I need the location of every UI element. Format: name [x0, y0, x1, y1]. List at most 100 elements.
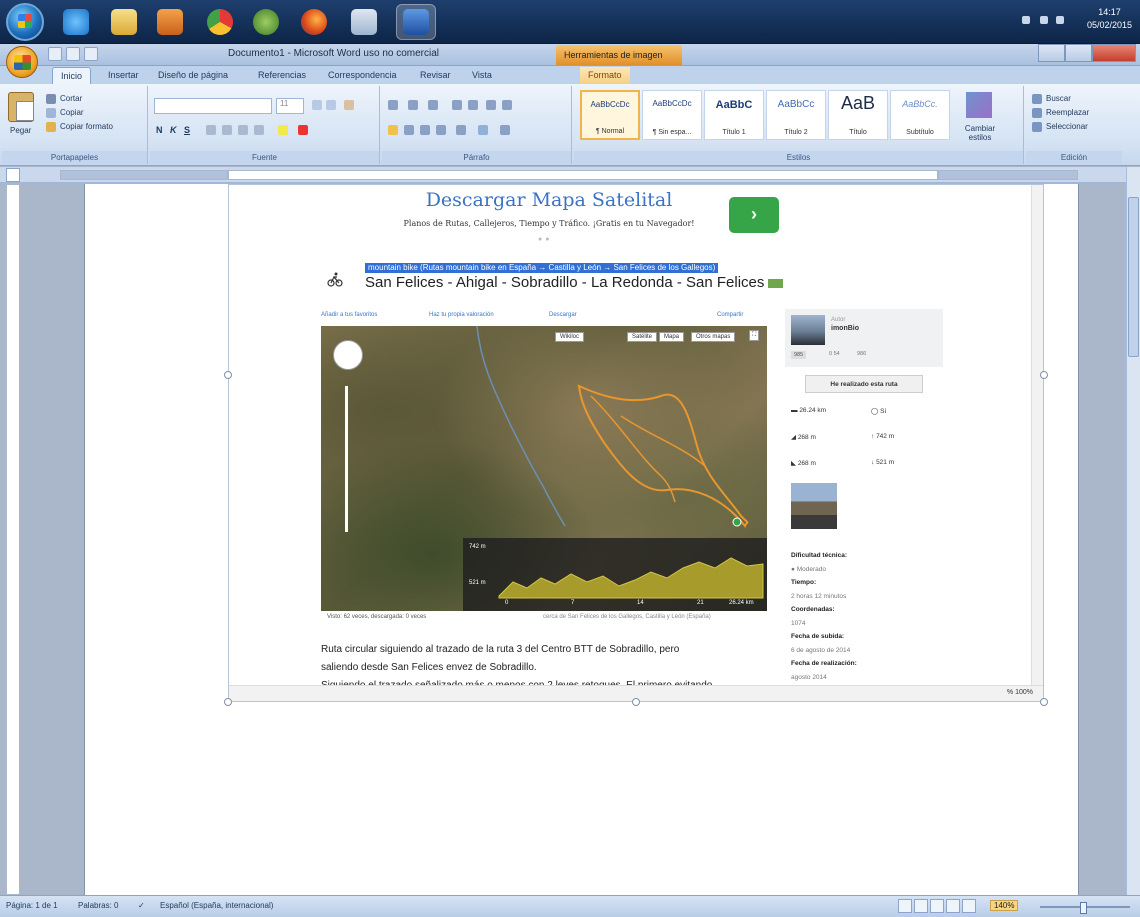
decrease-indent-icon[interactable]: [452, 100, 462, 110]
spotify-icon[interactable]: [246, 4, 286, 40]
zoom-level[interactable]: 140%: [990, 900, 1019, 911]
select-icon[interactable]: [1032, 122, 1042, 132]
vertical-scrollbar[interactable]: [1126, 167, 1140, 895]
embedded-picture[interactable]: Descargar Mapa Satelital Planos de Rutas…: [228, 184, 1044, 702]
clear-format-icon[interactable]: [344, 100, 354, 110]
volume-icon[interactable]: [1056, 16, 1064, 24]
align-left-icon[interactable]: [388, 125, 398, 135]
tab-insertar[interactable]: Insertar: [100, 67, 147, 84]
resize-handle-left[interactable]: [224, 371, 232, 379]
strikethrough-icon[interactable]: [206, 125, 216, 135]
highlight-icon[interactable]: [278, 125, 288, 135]
shading-icon[interactable]: [478, 125, 488, 135]
replace-button[interactable]: Reemplazar: [1046, 108, 1089, 117]
minimize-button[interactable]: [1038, 44, 1065, 62]
save-icon[interactable]: [48, 47, 62, 61]
sort-icon[interactable]: [486, 100, 496, 110]
page-count[interactable]: Página: 1 de 1: [6, 901, 58, 910]
word-taskbar-icon[interactable]: [396, 4, 436, 40]
internet-explorer-icon[interactable]: [56, 4, 96, 40]
tab-formato[interactable]: Formato: [580, 67, 630, 84]
style-no-spacing[interactable]: AaBbCcDc ¶ Sin espa...: [642, 90, 702, 140]
redo-icon[interactable]: [84, 47, 98, 61]
tab-referencias[interactable]: Referencias: [250, 67, 314, 84]
folder-icon[interactable]: [104, 4, 144, 40]
grow-font-icon[interactable]: [312, 100, 322, 110]
change-styles-button[interactable]: Cambiar estilos: [958, 124, 1002, 142]
tab-diseno-pagina[interactable]: Diseño de página: [150, 67, 236, 84]
find-button[interactable]: Buscar: [1046, 94, 1071, 103]
shrink-font-icon[interactable]: [326, 100, 336, 110]
format-painter-button[interactable]: Copiar formato: [60, 122, 113, 131]
maximize-button[interactable]: [1065, 44, 1092, 62]
align-center-icon[interactable]: [404, 125, 414, 135]
borders-icon[interactable]: [500, 125, 510, 135]
resize-handle-bottom-left[interactable]: [224, 698, 232, 706]
superscript-icon[interactable]: [238, 125, 248, 135]
italic-button[interactable]: K: [170, 122, 177, 138]
firefox-icon[interactable]: [294, 4, 334, 40]
justify-icon[interactable]: [436, 125, 446, 135]
paste-icon[interactable]: [8, 92, 34, 122]
arrow-icon[interactable]: [1022, 16, 1030, 24]
copy-icon[interactable]: [46, 108, 56, 118]
font-color-icon[interactable]: [298, 125, 308, 135]
copy-button[interactable]: Copiar: [60, 108, 84, 117]
scroll-thumb[interactable]: [1128, 197, 1139, 357]
ruler-toggle-button[interactable]: [6, 168, 20, 182]
resize-handle-bottom[interactable]: [632, 698, 640, 706]
vertical-ruler[interactable]: [6, 184, 20, 895]
increase-indent-icon[interactable]: [468, 100, 478, 110]
web-layout-icon[interactable]: [930, 899, 944, 913]
pilcrow-icon[interactable]: [502, 100, 512, 110]
style-subtitle[interactable]: AaBbCc. Subtítulo: [890, 90, 950, 140]
style-heading-2[interactable]: AaBbCc Título 2: [766, 90, 826, 140]
tab-inicio[interactable]: Inicio: [52, 67, 92, 84]
resize-handle-right[interactable]: [1040, 371, 1048, 379]
change-styles-icon[interactable]: [966, 92, 992, 118]
select-button[interactable]: Seleccionar: [1046, 122, 1088, 131]
scissors-icon[interactable]: [46, 94, 56, 104]
paste-label[interactable]: Pegar: [10, 126, 31, 135]
explorer-icon[interactable]: [344, 4, 384, 40]
subscript-icon[interactable]: [222, 125, 232, 135]
word-count[interactable]: Palabras: 0: [78, 901, 118, 910]
close-button[interactable]: [1092, 44, 1136, 62]
style-normal[interactable]: AaBbCcDc ¶ Normal: [580, 90, 640, 140]
format-painter-icon[interactable]: [46, 122, 56, 132]
style-title[interactable]: AaB Título: [828, 90, 888, 140]
change-case-icon[interactable]: [254, 125, 264, 135]
line-spacing-icon[interactable]: [456, 125, 466, 135]
tab-vista[interactable]: Vista: [464, 67, 500, 84]
chrome-icon[interactable]: [200, 4, 240, 40]
align-right-icon[interactable]: [420, 125, 430, 135]
media-player-icon[interactable]: [150, 4, 190, 40]
network-icon[interactable]: [1040, 16, 1048, 24]
font-name-combo[interactable]: [154, 98, 272, 114]
print-layout-view-icon[interactable]: [898, 899, 912, 913]
replace-icon[interactable]: [1032, 108, 1042, 118]
office-button[interactable]: [6, 46, 38, 78]
tab-revisar[interactable]: Revisar: [412, 67, 459, 84]
draft-view-icon[interactable]: [962, 899, 976, 913]
bullets-icon[interactable]: [388, 100, 398, 110]
outline-view-icon[interactable]: [946, 899, 960, 913]
proofing-icon[interactable]: ✓: [138, 901, 145, 910]
multilevel-list-icon[interactable]: [428, 100, 438, 110]
full-screen-reading-icon[interactable]: [914, 899, 928, 913]
clock[interactable]: 14:17 05/02/2015: [1087, 6, 1132, 32]
horizontal-ruler[interactable]: [0, 167, 1140, 183]
font-size-combo[interactable]: 11: [276, 98, 304, 114]
language-indicator[interactable]: Español (España, internacional): [160, 901, 273, 910]
start-button[interactable]: [6, 3, 44, 41]
bold-button[interactable]: N: [156, 122, 163, 138]
undo-icon[interactable]: [66, 47, 80, 61]
cut-button[interactable]: Cortar: [60, 94, 82, 103]
style-heading-1[interactable]: AaBbC Título 1: [704, 90, 764, 140]
tab-correspondencia[interactable]: Correspondencia: [320, 67, 405, 84]
underline-button[interactable]: S: [184, 122, 190, 138]
resize-handle-bottom-right[interactable]: [1040, 698, 1048, 706]
zoom-slider[interactable]: [1040, 902, 1130, 914]
numbering-icon[interactable]: [408, 100, 418, 110]
binoculars-icon[interactable]: [1032, 94, 1042, 104]
